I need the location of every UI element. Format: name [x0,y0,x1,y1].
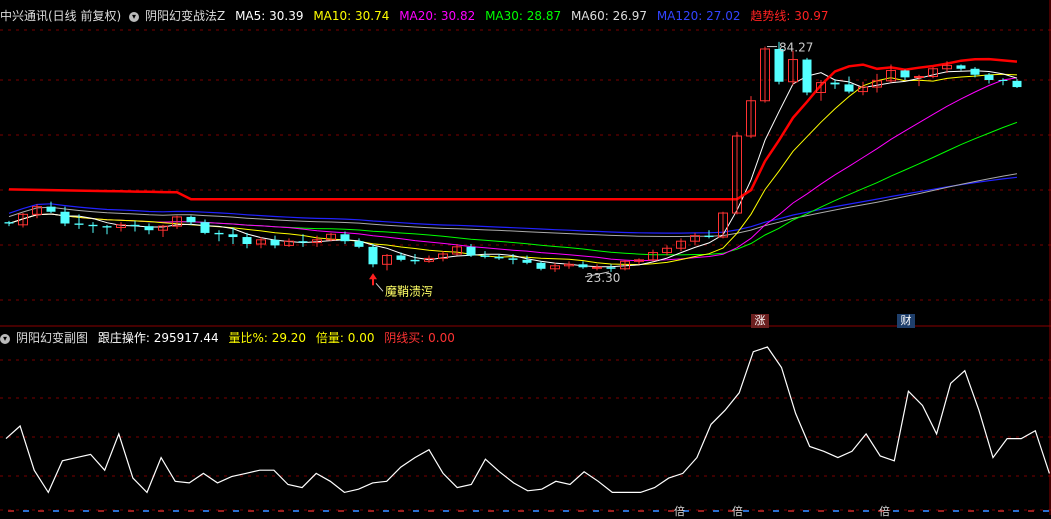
ma120-label: MA120: 27.02 [656,9,741,23]
candle-down [578,264,588,268]
candle-down [900,70,910,78]
ma120-line [8,176,1018,234]
ma30-line [8,121,1018,256]
candle-down [200,222,210,233]
candle-down [522,259,532,263]
candle-down [214,232,224,235]
candle-down [270,239,280,246]
candle-down [410,259,420,262]
candle-down [802,59,812,93]
ma10-label: MA10: 30.74 [313,9,390,23]
candle-down [74,223,84,225]
candle-down [368,246,378,265]
chart-canvas: 84.27 23.30 魔鞘溃泻 [0,0,1051,515]
bei-mark: 倍 [732,505,743,518]
bei-mark: 倍 [674,505,685,518]
candle-down [4,222,14,224]
candle-up [592,266,602,269]
candle-down [970,68,980,75]
yin-label: 阴线买: 0.00 [384,331,455,345]
candle-down [228,234,238,238]
chevron-down-icon[interactable]: ▾ [0,333,10,344]
multiple-label: 倍量: 0.00 [315,331,375,345]
ma20-label: MA20: 30.82 [399,9,476,23]
candle-down [298,241,308,243]
ma30-label: MA30: 28.87 [485,9,562,23]
bei-mark: 倍 [879,505,890,518]
candle-down [60,211,70,224]
candle-down [396,255,406,260]
low-price-label: 23.30 [586,271,620,285]
chevron-down-icon[interactable]: ▾ [129,11,140,22]
candle-down [704,235,714,238]
ratio-label: 量比%: 29.20 [228,331,307,345]
candle-down [88,224,98,227]
candle-down [46,206,56,212]
candle-down [998,79,1008,81]
candle-down [1012,80,1022,88]
sub-indicator-name[interactable]: 阴阳幻变副图 [16,331,88,345]
candle-down [242,237,252,245]
follow-label: 跟庄操作: 295917.44 [97,331,219,345]
candle-down [186,216,196,223]
sub-header: ▾ 阴阳幻变副图 跟庄操作: 295917.44 量比%: 29.20 倍量: 0… [0,329,461,347]
signal-leader [375,282,384,292]
candle-down [984,74,994,80]
candle-down [606,267,616,269]
ma5-label: MA5: 30.39 [235,9,304,23]
candle-down [102,226,112,228]
high-price-label: 84.27 [779,41,813,55]
zhang-mark: 涨 [751,314,769,328]
candle-down [536,262,546,269]
candle-down [844,84,854,92]
signal-label: 魔鞘溃泻 [385,283,433,298]
candle-down [144,226,154,231]
follow-series-line [5,346,1050,494]
candle-down [480,255,490,257]
candle-up [914,75,924,78]
trend-label: 趋势线: 30.97 [750,9,829,23]
candle-down [354,241,364,247]
candle-down [956,65,966,69]
stock-title: 中兴通讯(日线 前复权) [0,9,122,23]
main-header: 中兴通讯(日线 前复权) ▾ 阴阳幻变战法Z MA5: 30.39 MA10: 3… [0,7,835,25]
ma60-label: MA60: 26.97 [570,9,647,23]
candle-down [508,258,518,260]
ma10-line [8,73,1018,266]
candle-down [340,234,350,242]
main-indicator-name[interactable]: 阴阳幻变战法Z [145,9,225,23]
candle-down [466,246,476,256]
ma5-line [8,70,1018,268]
candle-down [494,256,504,259]
candle-down [830,82,840,85]
ma20-line [8,77,1018,262]
cai-mark: 财 [897,314,915,328]
candle-down [130,224,140,227]
